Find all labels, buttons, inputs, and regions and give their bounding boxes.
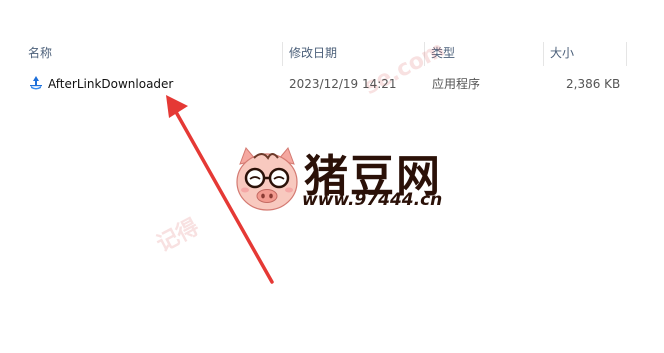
pig-logo-icon xyxy=(236,147,298,211)
column-header-row: 名称 修改日期 类型 大小 xyxy=(0,38,664,68)
file-name: AfterLinkDownloader xyxy=(48,77,174,91)
column-header-size[interactable]: 大小 xyxy=(544,38,624,68)
explorer-window: 名称 修改日期 类型 大小 记得 se.com 猪豆网 www.97444.cn xyxy=(0,0,664,353)
column-header-name[interactable]: 名称 xyxy=(22,38,284,68)
watermark-url: www.97444.cn xyxy=(302,190,443,210)
watermark-left-text: 记得 xyxy=(152,214,204,258)
file-type: 应用程序 xyxy=(432,77,481,91)
column-divider[interactable] xyxy=(626,42,627,66)
file-row[interactable]: AfterLinkDownloader 2023/12/19 14:21 应用程… xyxy=(22,72,632,96)
app-icon xyxy=(30,76,42,90)
file-modified: 2023/12/19 14:21 xyxy=(289,77,397,91)
file-name-cell[interactable]: AfterLinkDownloader xyxy=(28,72,173,96)
file-size: 2,386 KB xyxy=(566,77,621,91)
